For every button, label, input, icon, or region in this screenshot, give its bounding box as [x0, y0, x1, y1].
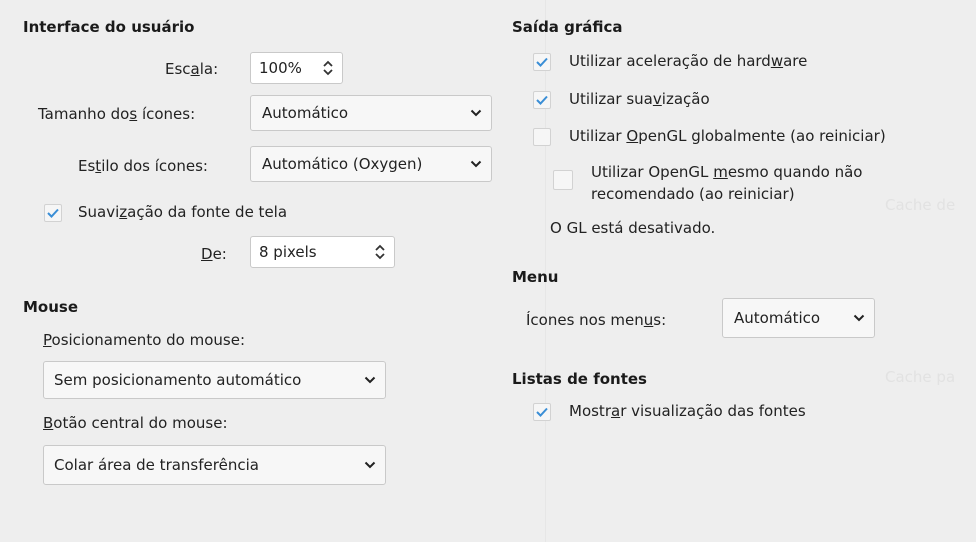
smoothing-label: Suavização da fonte de tela [78, 203, 288, 221]
icon-size-label: Tamanho dos ícones: [38, 105, 196, 123]
mouse-middle-label: Botão central do mouse: [43, 414, 228, 432]
mouse-section-title: Mouse [23, 298, 79, 316]
font-from-value: 8 pixels [259, 243, 317, 261]
icon-size-select[interactable]: Automático [250, 95, 492, 131]
ui-section-title: Interface do usuário [23, 18, 195, 36]
opengl-force-label-line2: recomendado (ao reiniciar) [591, 185, 795, 203]
font-from-label: De: [201, 245, 227, 263]
antialias-label: Utilizar suavização [569, 90, 710, 108]
hw-accel-checkbox[interactable] [533, 53, 551, 71]
gl-status-text: O GL está desativado. [550, 219, 716, 237]
font-from-spinbox[interactable]: 8 pixels [250, 236, 395, 268]
fonts-section-title: Listas de fontes [512, 370, 647, 388]
menu-icons-label: Ícones nos menus: [526, 311, 667, 329]
chevron-down-icon [469, 157, 483, 171]
spin-arrows-icon[interactable] [374, 242, 386, 262]
icon-style-value: Automático (Oxygen) [262, 155, 423, 173]
antialias-checkbox[interactable] [533, 91, 551, 109]
icon-size-value: Automático [262, 104, 349, 122]
check-icon [536, 95, 548, 105]
opengl-force-checkbox[interactable] [553, 170, 573, 190]
chevron-down-icon [363, 458, 377, 472]
scale-spinbox[interactable]: 100% [250, 52, 343, 84]
check-icon [47, 208, 59, 218]
graphics-section-title: Saída gráfica [512, 18, 623, 36]
chevron-down-icon [469, 106, 483, 120]
background-ghost-text: Cache de [885, 196, 956, 214]
font-preview-checkbox[interactable] [533, 403, 551, 421]
opengl-force-label: Utilizar OpenGL mesmo quando não recomen… [591, 163, 863, 203]
mouse-positioning-value: Sem posicionamento automático [54, 371, 302, 389]
menu-section-title: Menu [512, 268, 559, 286]
icon-style-label: Estilo dos ícones: [78, 157, 208, 175]
mouse-positioning-label: Posicionamento do mouse: [43, 331, 245, 349]
chevron-down-icon [363, 373, 377, 387]
mouse-middle-value: Colar área de transferência [54, 456, 259, 474]
check-icon [536, 57, 548, 67]
scale-value: 100% [259, 59, 302, 77]
check-icon [536, 407, 548, 417]
hw-accel-label: Utilizar aceleração de hardware [569, 52, 808, 70]
mouse-middle-select[interactable]: Colar área de transferência [43, 445, 386, 485]
menu-icons-select[interactable]: Automático [722, 298, 875, 338]
font-preview-label: Mostrar visualização das fontes [569, 402, 806, 420]
smoothing-checkbox[interactable] [44, 204, 62, 222]
scale-label: Escala: [165, 60, 219, 78]
menu-icons-value: Automático [734, 309, 821, 327]
chevron-down-icon [852, 311, 866, 325]
icon-style-select[interactable]: Automático (Oxygen) [250, 146, 492, 182]
spin-arrows-icon[interactable] [322, 58, 334, 78]
mouse-positioning-select[interactable]: Sem posicionamento automático [43, 361, 386, 399]
opengl-label: Utilizar OpenGL globalmente (ao reinicia… [569, 127, 886, 145]
background-ghost-text: Cache pa [885, 368, 956, 386]
opengl-checkbox[interactable] [533, 128, 551, 146]
